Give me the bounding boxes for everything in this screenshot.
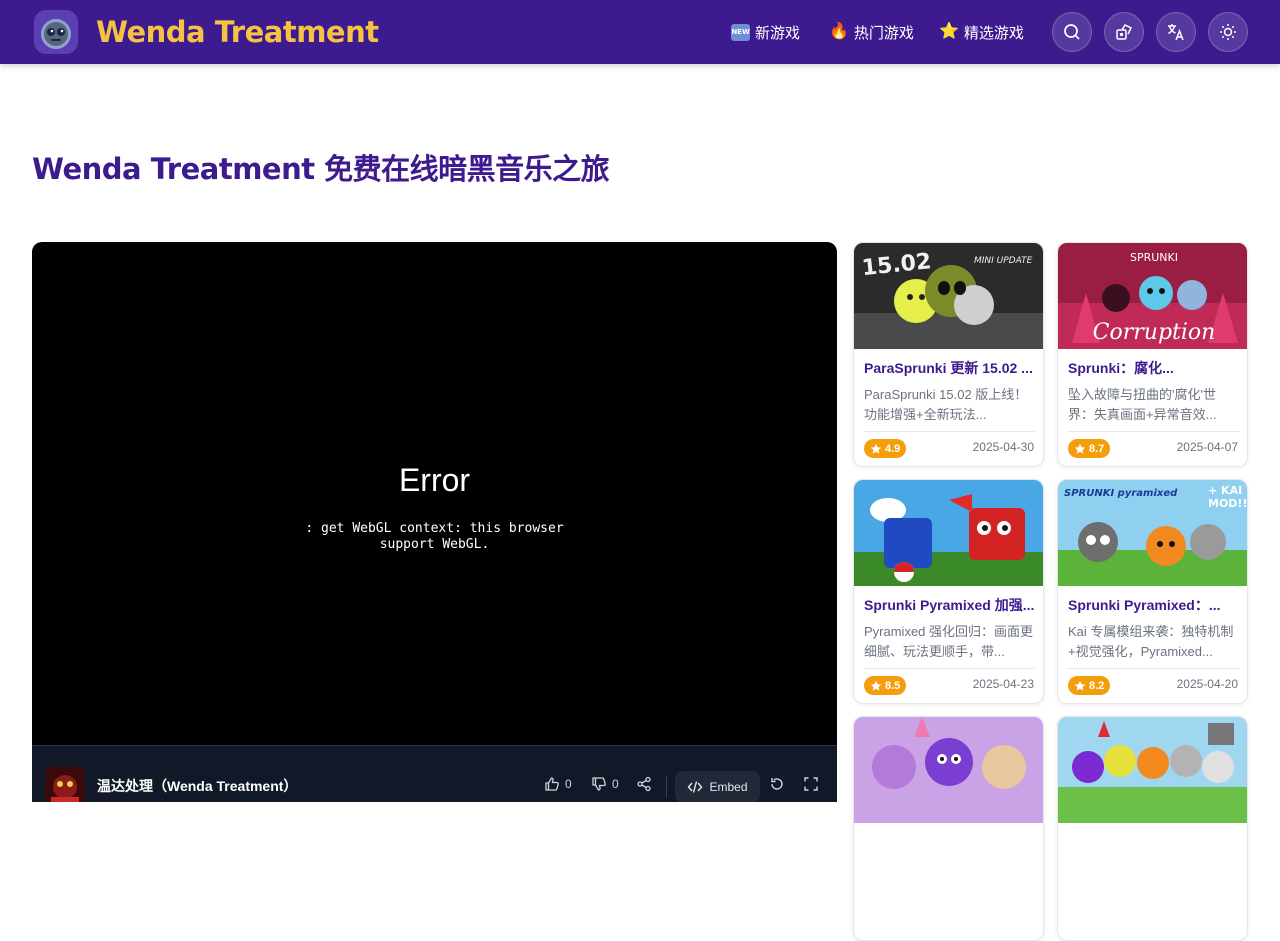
svg-text:SPRUNKI: SPRUNKI (1130, 251, 1178, 264)
star-icon (1074, 680, 1086, 691)
nav-featured-games-label: 精选游戏 (963, 24, 1024, 42)
star-icon (1074, 443, 1086, 454)
rating-value: 8.2 (1089, 679, 1105, 692)
star-icon: ⭐ (939, 23, 959, 40)
rating-badge: 4.9 (864, 439, 907, 458)
search-icon (1064, 24, 1080, 40)
dislike-count: 0 (612, 777, 619, 791)
nav-featured-games[interactable]: ⭐ 精选游戏 (939, 20, 1024, 44)
error-message-line-1: : get WebGL context: this browser (305, 521, 564, 536)
fullscreen-button[interactable] (803, 776, 819, 792)
restart-icon (771, 778, 783, 790)
rating-badge: 8.7 (1068, 439, 1111, 458)
game-card-title[interactable]: Sprunki Pyramixed：... (1068, 596, 1239, 614)
game-card-description: Pyramixed 强化回归：画面更细腻、玩法更顺手，带... (864, 624, 1034, 659)
nav-hot-games[interactable]: 🔥 热门游戏 (829, 20, 914, 44)
game-card-description: 坠入故障与扭曲的'腐化'世界：失真画面+异常音效... (1068, 387, 1217, 422)
game-card-date: 2025-04-20 (1176, 677, 1238, 691)
sun-icon (1220, 24, 1236, 40)
new-badge-icon: NEW (731, 23, 750, 41)
random-game-button[interactable] (1104, 12, 1144, 52)
game-card-title[interactable]: Sprunki：腐化... (1068, 359, 1239, 377)
fullscreen-icon (804, 777, 818, 791)
game-name: 温达处理（Wenda Treatment） (97, 778, 298, 794)
game-card-description: ParaSprunki 15.02 版上线！功能增强+全新玩法... (864, 387, 1028, 422)
thumbs-up-icon (545, 777, 559, 791)
search-button[interactable] (1052, 12, 1092, 52)
dislike-button[interactable]: 0 (591, 776, 619, 792)
game-card-title[interactable]: Sprunki Pyramixed 加强... (864, 596, 1035, 614)
rating-value: 4.9 (885, 442, 901, 455)
thumbs-down-icon (592, 777, 606, 791)
error-message: : get WebGL context: this browser suppor… (32, 521, 837, 553)
game-card-date: 2025-04-23 (972, 677, 1034, 691)
language-button[interactable] (1156, 12, 1196, 52)
game-card-image (1058, 717, 1247, 823)
like-button[interactable]: 0 (544, 776, 572, 792)
game-card[interactable] (1057, 716, 1248, 941)
share-button[interactable] (636, 776, 652, 792)
embed-label: Embed (709, 780, 748, 794)
page-title: Wenda Treatment 免费在线暗黑音乐之旅 (32, 152, 610, 186)
game-card-description: Kai 专属模组来袭：独特机制+视觉强化，Pyramixed... (1068, 624, 1234, 659)
svg-text:+ KAI: + KAI (1208, 484, 1242, 497)
player-control-bar: 温达处理（Wenda Treatment） 0 0 Embed (32, 745, 837, 802)
game-card[interactable] (853, 716, 1044, 941)
game-card-image: 15.02 MINI UPDATE (854, 243, 1043, 349)
rating-value: 8.5 (885, 679, 901, 692)
game-card[interactable]: SPRUNKI Corruption Sprunki：腐化... 坠入故障与扭曲… (1057, 242, 1248, 467)
card-divider (1068, 431, 1239, 432)
nav-new-games-label: 新游戏 (755, 24, 801, 42)
site-brand-title[interactable]: Wenda Treatment (96, 14, 379, 50)
translate-icon (1168, 24, 1184, 41)
like-count: 0 (565, 777, 572, 791)
game-card[interactable]: 15.02 MINI UPDATE ParaSprunki 更新 15.02 .… (853, 242, 1044, 467)
game-card-image: SPRUNKI pyramixed + KAI MOD!! (1058, 480, 1247, 586)
game-player[interactable]: Error : get WebGL context: this browser … (32, 242, 837, 802)
game-thumbnail (45, 767, 85, 802)
bar-divider (666, 776, 667, 798)
nav-hot-games-label: 热门游戏 (853, 24, 914, 42)
site-logo[interactable] (34, 10, 78, 54)
game-card-date: 2025-04-07 (1176, 440, 1238, 454)
card-divider (864, 668, 1035, 669)
star-icon (870, 680, 882, 691)
top-navigation-bar: Wenda Treatment NEW 新游戏 🔥 热门游戏 ⭐ 精选游戏 (0, 0, 1280, 64)
nav-new-games[interactable]: NEW 新游戏 (731, 20, 800, 44)
svg-text:MOD!!: MOD!! (1208, 497, 1247, 510)
fire-icon: 🔥 (829, 23, 849, 40)
code-icon (688, 781, 703, 793)
game-card-image (854, 717, 1043, 823)
rating-value: 8.7 (1089, 442, 1105, 455)
theme-toggle-button[interactable] (1208, 12, 1248, 52)
card-divider (1068, 668, 1239, 669)
game-card[interactable]: Sprunki Pyramixed 加强... Pyramixed 强化回归：画… (853, 479, 1044, 704)
rating-badge: 8.2 (1068, 676, 1111, 695)
game-card-date: 2025-04-30 (972, 440, 1034, 454)
game-card-title[interactable]: ParaSprunki 更新 15.02 ... (864, 359, 1035, 377)
embed-button[interactable]: Embed (675, 771, 760, 802)
svg-text:SPRUNKI pyramixed: SPRUNKI pyramixed (1064, 488, 1178, 499)
error-title: Error (398, 462, 471, 498)
rating-badge: 8.5 (864, 676, 907, 695)
error-message-line-2: support WebGL. (379, 537, 490, 552)
game-card[interactable]: SPRUNKI pyramixed + KAI MOD!! Sprunki Py… (1057, 479, 1248, 704)
random-game-icon (1116, 24, 1133, 40)
game-card-image: SPRUNKI Corruption (1058, 243, 1247, 349)
share-icon (637, 776, 651, 792)
card-divider (864, 431, 1035, 432)
star-icon (870, 443, 882, 454)
restart-button[interactable] (769, 776, 785, 792)
svg-text:MINI UPDATE: MINI UPDATE (974, 256, 1033, 266)
game-card-image (854, 480, 1043, 586)
svg-text:Corruption: Corruption (1093, 320, 1216, 345)
